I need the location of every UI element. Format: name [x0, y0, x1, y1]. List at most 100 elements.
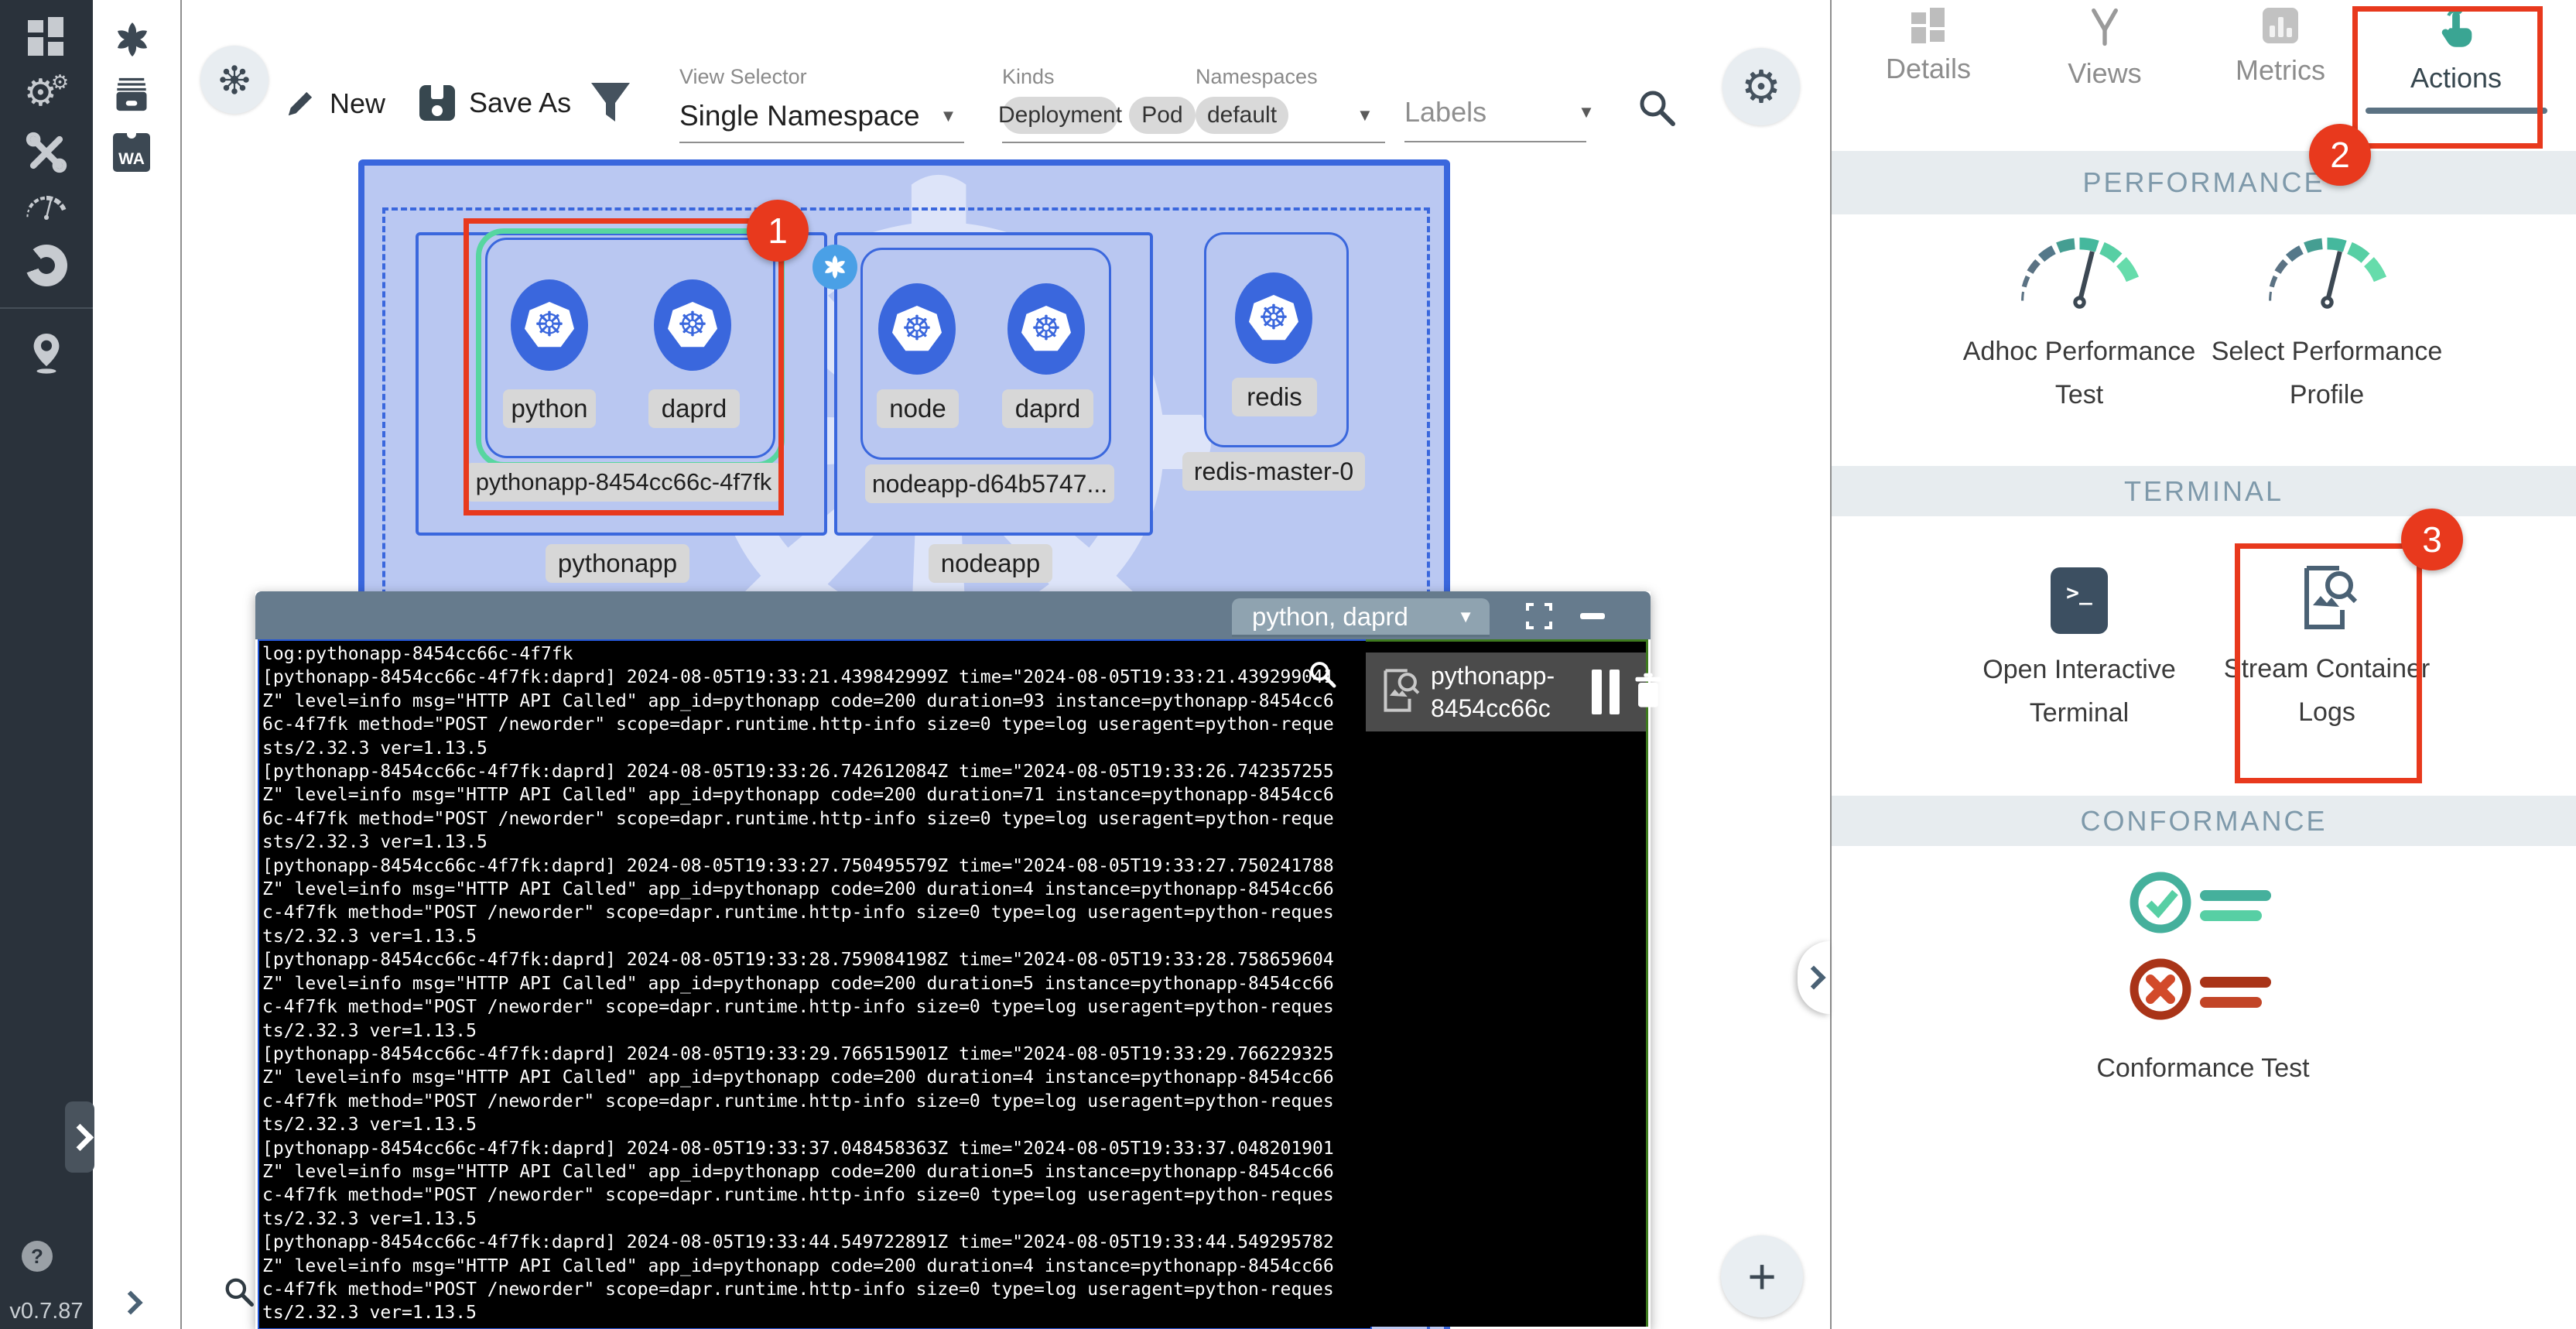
kubernetes-wheel-icon: ☸: [1031, 312, 1061, 346]
rail-expand-chevron[interactable]: [122, 1294, 139, 1315]
log-search-icon[interactable]: [1306, 658, 1340, 696]
archive-icon[interactable]: [111, 74, 152, 118]
open-interactive-terminal-card[interactable]: >_ Open Interactive Terminal: [1959, 567, 2199, 735]
tab-details[interactable]: Details: [1851, 8, 2006, 85]
log-line: c-4f7fk method="POST /neworder" scope=da…: [262, 1090, 1367, 1113]
terminal-header[interactable]: python, daprd ▼: [255, 591, 1651, 639]
metrics-bars-icon: [2263, 8, 2298, 43]
right-panel: Details Views Metrics Actio: [1830, 0, 2576, 1329]
log-line: Z" level=info msg="HTTP API Called" app_…: [262, 1066, 1367, 1089]
log-streams-panel: pythonapp- 8454cc66c: [1366, 639, 1648, 1327]
log-line: Z" level=info msg="HTTP API Called" app_…: [262, 1160, 1367, 1183]
location-pin-icon[interactable]: [0, 328, 93, 378]
tab-metrics[interactable]: Metrics: [2203, 8, 2358, 87]
stream-tab-pythonapp[interactable]: pythonapp- 8454cc66c: [1366, 653, 1646, 731]
terminal-icon: >_: [2051, 567, 2108, 634]
tab-views[interactable]: Views: [2027, 8, 2182, 90]
log-line: [pythonapp-8454cc66c-4f7fk:daprd] 2024-0…: [262, 1137, 1367, 1160]
annotation-box-3: [2235, 543, 2422, 783]
network-graph-icon: [216, 61, 253, 98]
conformance-test-card[interactable]: Conformance Test: [2083, 865, 2323, 1090]
section-performance: PERFORMANCE: [1832, 151, 2576, 214]
kind-chip[interactable]: Deployment: [1002, 97, 1118, 134]
new-button[interactable]: New: [283, 87, 385, 121]
container-selector-dropdown[interactable]: python, daprd ▼: [1232, 598, 1490, 637]
log-line: [pythonapp-8454cc66c-4f7fk:daprd] 2024-0…: [262, 1231, 1367, 1254]
log-line: Z" level=info msg="HTTP API Called" app_…: [262, 972, 1367, 995]
deployment-label: nodeapp: [929, 544, 1052, 583]
trash-icon[interactable]: [1630, 668, 1666, 717]
container-label: redis: [1232, 378, 1317, 416]
pause-icon[interactable]: [1592, 670, 1620, 714]
container-label: node: [877, 389, 959, 428]
kubernetes-wheel-icon: ☸: [901, 312, 932, 346]
app-window: ⚙⚙: [0, 0, 2576, 1329]
log-line: Z" level=info msg="HTTP API Called" app_…: [262, 878, 1367, 901]
tools-icon[interactable]: [0, 132, 93, 173]
search-icon[interactable]: [1636, 87, 1679, 134]
pencil-icon: [283, 87, 317, 121]
annotation-box-1: [464, 218, 784, 516]
webassembly-icon[interactable]: WA: [113, 133, 150, 172]
zoom-icon[interactable]: [221, 1274, 258, 1315]
namespaces-field[interactable]: Namespaces default ▼: [1196, 65, 1385, 143]
view-selector-field[interactable]: View Selector Single Namespace ▼: [679, 65, 964, 143]
log-line: 6c-4f7fk method="POST /neworder" scope=d…: [262, 807, 1367, 831]
details-grid-icon: [1911, 8, 1945, 42]
chevron-down-icon: ▼: [1457, 607, 1474, 627]
container-node[interactable]: ☸: [878, 283, 956, 375]
graph-view-button[interactable]: [200, 46, 269, 114]
log-line: c-4f7fk method="POST /neworder" scope=da…: [262, 995, 1367, 1019]
annotation-step-3: 3: [2401, 509, 2463, 570]
plus-icon: +: [1747, 1248, 1776, 1305]
pod-label: nodeapp-d64b5747...: [865, 464, 1114, 503]
dapr-pinwheel-icon[interactable]: [111, 19, 153, 64]
fullscreen-icon[interactable]: [1524, 601, 1554, 635]
pie-chart-icon[interactable]: [0, 245, 93, 286]
labels-field[interactable]: Labels ▼: [1404, 96, 1595, 142]
settings-gears-icon[interactable]: ⚙⚙: [0, 71, 93, 115]
sidebar-expand-button[interactable]: [65, 1101, 94, 1173]
help-icon[interactable]: ?: [22, 1241, 53, 1272]
container-label: daprd: [1002, 389, 1093, 428]
dapr-badge-icon: [812, 245, 857, 289]
log-line: [pythonapp-8454cc66c-4f7fk:daprd] 2024-0…: [262, 948, 1367, 971]
panel-collapse-button[interactable]: [1798, 941, 1830, 1014]
kubernetes-wheel-icon: ☸: [1258, 301, 1288, 335]
adhoc-performance-test-card[interactable]: Adhoc Performance Test: [1952, 224, 2207, 416]
log-line: log:pythonapp-8454cc66c-4f7fk: [262, 642, 1367, 666]
log-line: c-4f7fk method="POST /neworder" scope=da…: [262, 1278, 1367, 1301]
log-line: Z" level=info msg="HTTP API Called" app_…: [262, 690, 1367, 713]
filter-icon[interactable]: [590, 82, 631, 132]
log-line: [pythonapp-8454cc66c-4f7fk:daprd] 2024-0…: [262, 855, 1367, 878]
log-line: ts/2.32.3 ver=1.13.5: [262, 1019, 1367, 1043]
settings-button[interactable]: ⚙: [1722, 48, 1800, 125]
stream-logs-icon: [1378, 666, 1420, 718]
log-line: ts/2.32.3 ver=1.13.5: [262, 925, 1367, 948]
app-version: v0.7.87: [0, 1299, 93, 1324]
section-conformance: CONFORMANCE: [1832, 796, 2576, 846]
annotation-step-2: 2: [2309, 124, 2371, 186]
section-terminal: TERMINAL: [1832, 466, 2576, 516]
minimize-icon[interactable]: [1580, 613, 1605, 619]
log-line: [pythonapp-8454cc66c-4f7fk:daprd] 2024-0…: [262, 760, 1367, 783]
performance-gauge-icon[interactable]: [0, 191, 93, 224]
sidebar-divider: [0, 307, 93, 309]
log-line: c-4f7fk method="POST /neworder" scope=da…: [262, 1183, 1367, 1207]
log-line: [pythonapp-8454cc66c-4f7fk:daprd] 2024-0…: [262, 1043, 1367, 1066]
terminal-log[interactable]: log:pythonapp-8454cc66c-4f7fk [pythonapp-…: [258, 639, 1372, 1329]
stream-tab-label: pythonapp-: [1431, 659, 1555, 692]
views-branch-icon: [2087, 8, 2123, 46]
app-rail: WA: [93, 0, 182, 1329]
kind-chip[interactable]: Pod: [1129, 97, 1196, 134]
save-as-button[interactable]: Save As: [419, 85, 571, 121]
container-daprd-node[interactable]: ☸: [1007, 283, 1085, 375]
dashboard-icon[interactable]: [0, 17, 93, 56]
add-button[interactable]: +: [1721, 1235, 1803, 1317]
annotation-box-2: [2352, 6, 2543, 149]
namespace-chip[interactable]: default: [1196, 97, 1288, 134]
select-performance-profile-card[interactable]: Select Performance Profile: [2199, 224, 2455, 416]
container-redis[interactable]: ☸: [1235, 272, 1312, 364]
log-line: ts/2.32.3 ver=1.13.5: [262, 1113, 1367, 1136]
stream-tab-label: 8454cc66c: [1431, 692, 1555, 724]
